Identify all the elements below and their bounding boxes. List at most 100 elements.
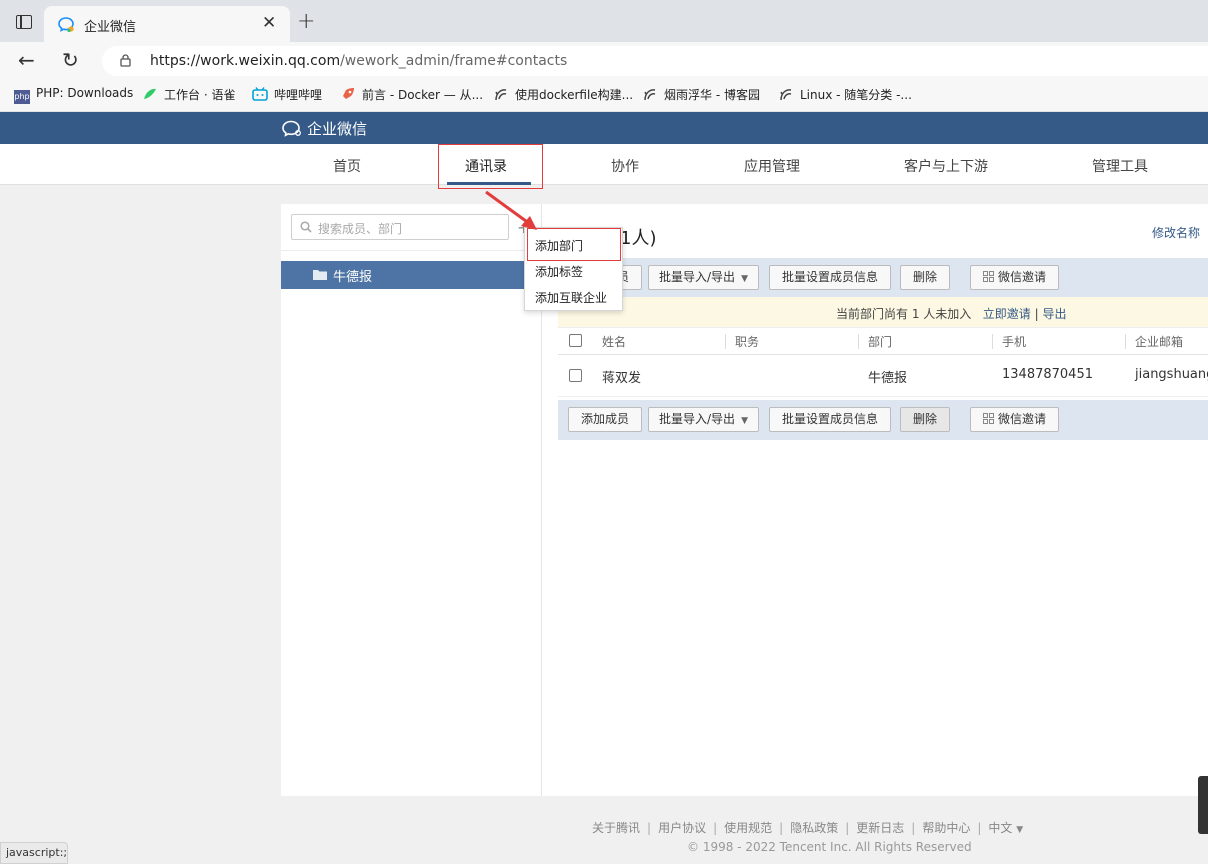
bookmark-label: 使用dockerfile构建... bbox=[515, 88, 634, 102]
footer-separator: | bbox=[845, 821, 850, 835]
row-checkbox[interactable] bbox=[569, 369, 582, 382]
logo-text: 企业微信 bbox=[307, 120, 368, 138]
url-path: /wework_admin/frame#contacts bbox=[340, 53, 568, 69]
bookmark-docker[interactable]: 前言 - Docker — 从... bbox=[340, 86, 483, 103]
reload-icon[interactable]: ↻ bbox=[62, 48, 79, 72]
member-department: 牛德报 bbox=[868, 371, 908, 386]
menu-item-add-linked-corp[interactable]: 添加互联企业 bbox=[535, 289, 607, 306]
rename-link[interactable]: 修改名称 bbox=[1152, 224, 1200, 241]
bookmark-php[interactable]: php PHP: Downloads bbox=[14, 86, 133, 104]
select-all-checkbox[interactable] bbox=[569, 334, 582, 347]
qrcode-icon bbox=[982, 271, 994, 282]
notice-separator: | bbox=[1034, 307, 1039, 321]
browser-tab[interactable]: 企业微信 ✕ bbox=[44, 6, 290, 42]
footer-rules[interactable]: 使用规范 bbox=[724, 821, 772, 835]
footer-help[interactable]: 帮助中心 bbox=[922, 821, 970, 835]
rocket-icon bbox=[343, 88, 354, 99]
caret-down-icon: ▼ bbox=[741, 416, 748, 426]
footer-changelog[interactable]: 更新日志 bbox=[856, 821, 904, 835]
nav-management-tools[interactable]: 管理工具 bbox=[1092, 156, 1148, 176]
footer-separator: | bbox=[977, 821, 982, 835]
bookmark-label: PHP: Downloads bbox=[36, 86, 134, 100]
annotation-arrow-icon bbox=[485, 190, 537, 230]
footer-about[interactable]: 关于腾讯 bbox=[592, 821, 640, 835]
bookmark-label: 工作台 · 语雀 bbox=[164, 88, 236, 102]
nav-collaboration[interactable]: 协作 bbox=[611, 156, 639, 176]
column-name: 姓名 bbox=[602, 335, 627, 349]
tab-close-icon[interactable]: ✕ bbox=[262, 13, 276, 33]
cnblogs-icon bbox=[780, 89, 792, 101]
column-divider bbox=[858, 334, 859, 349]
search-placeholder: 搜索成员、部门 bbox=[318, 222, 403, 236]
side-widget[interactable] bbox=[1198, 776, 1208, 834]
member-email: jiangshuang bbox=[1135, 367, 1208, 382]
caret-down-icon: ▼ bbox=[1016, 825, 1024, 835]
yuque-icon bbox=[144, 88, 156, 99]
php-icon: php bbox=[14, 90, 30, 104]
delete-button[interactable]: 删除 bbox=[900, 407, 950, 432]
column-email: 企业邮箱 bbox=[1135, 335, 1184, 349]
column-department: 部门 bbox=[868, 335, 893, 349]
footer-terms[interactable]: 用户协议 bbox=[658, 821, 706, 835]
bookmark-yuque[interactable]: 工作台 · 语雀 bbox=[142, 86, 235, 103]
notice-text: 当前部门尚有 1 人未加入 立即邀请 | 导出 bbox=[836, 305, 1066, 322]
department-sidebar: 搜索成员、部门 + 牛德报 bbox=[281, 204, 542, 796]
wechat-invite-label: 微信邀请 bbox=[997, 412, 1046, 426]
footer-separator: | bbox=[911, 821, 916, 835]
bookmark-linux[interactable]: Linux - 随笔分类 -... bbox=[778, 86, 912, 103]
logo[interactable]: 企业微信 bbox=[282, 118, 367, 139]
invite-now-link[interactable]: 立即邀请 bbox=[983, 307, 1031, 321]
column-divider bbox=[725, 334, 726, 349]
nav-customers[interactable]: 客户与上下游 bbox=[904, 156, 988, 176]
footer-separator: | bbox=[779, 821, 784, 835]
status-bar: javascript:; bbox=[0, 842, 68, 864]
cnblogs-icon bbox=[644, 89, 656, 101]
copyright: © 1998 - 2022 Tencent Inc. All Rights Re… bbox=[687, 840, 972, 854]
bookmark-dockerfile[interactable]: 使用dockerfile构建... bbox=[493, 86, 633, 103]
import-export-label: 批量导入/导出 bbox=[659, 412, 736, 426]
url-field[interactable]: https://work.weixin.qq.com/wework_admin/… bbox=[102, 46, 1208, 76]
batch-settings-button[interactable]: 批量设置成员信息 bbox=[769, 265, 891, 290]
wework-favicon-icon bbox=[58, 17, 74, 33]
export-link[interactable]: 导出 bbox=[1042, 307, 1066, 321]
qrcode-icon bbox=[982, 413, 994, 424]
nav-app-management[interactable]: 应用管理 bbox=[744, 156, 800, 176]
add-member-button[interactable]: 添加成员 bbox=[568, 407, 642, 432]
batch-settings-button[interactable]: 批量设置成员信息 bbox=[769, 407, 891, 432]
wechat-invite-button[interactable]: 微信邀请 bbox=[970, 407, 1059, 432]
footer-language[interactable]: 中文 ▼ bbox=[988, 821, 1023, 835]
bookmark-label: Linux - 随笔分类 -... bbox=[800, 88, 912, 102]
import-export-button[interactable]: 批量导入/导出 ▼ bbox=[648, 265, 759, 290]
notice-message: 当前部门尚有 1 人未加入 bbox=[836, 307, 972, 321]
bookmark-cnblogs[interactable]: 烟雨浮华 - 博客园 bbox=[642, 86, 760, 103]
table-row[interactable]: 蒋双发 牛德报 13487870451 jiangshuang bbox=[558, 355, 1208, 397]
footer-privacy[interactable]: 隐私政策 bbox=[790, 821, 838, 835]
wework-logo-icon bbox=[282, 120, 301, 137]
wechat-invite-button[interactable]: 微信邀请 bbox=[970, 265, 1059, 290]
column-phone: 手机 bbox=[1002, 335, 1027, 349]
column-divider bbox=[992, 334, 993, 349]
footer-separator: | bbox=[713, 821, 718, 835]
delete-button[interactable]: 删除 bbox=[900, 265, 950, 290]
menu-item-add-tag[interactable]: 添加标签 bbox=[535, 263, 583, 280]
footer-language-label: 中文 bbox=[988, 821, 1013, 835]
tab-actions-icon[interactable] bbox=[16, 15, 32, 29]
tab-title: 企业微信 bbox=[84, 20, 137, 35]
member-name[interactable]: 蒋双发 bbox=[602, 367, 641, 386]
footer-links: 关于腾讯 | 用户协议 | 使用规范 | 隐私政策 | 更新日志 | 帮助中心 | 中文 ▼ bbox=[592, 819, 1023, 836]
url-text: https://work.weixin.qq.com/wework_admin/… bbox=[150, 53, 567, 69]
department-item[interactable]: 牛德报 bbox=[281, 261, 542, 289]
back-icon[interactable]: ← bbox=[18, 48, 35, 72]
column-divider bbox=[1125, 334, 1126, 349]
annotation-box-contacts bbox=[438, 144, 543, 189]
member-phone: 13487870451 bbox=[1002, 367, 1093, 382]
caret-down-icon: ▼ bbox=[741, 274, 748, 284]
cnblogs-icon bbox=[495, 89, 507, 101]
search-input[interactable]: 搜索成员、部门 bbox=[291, 214, 509, 240]
member-toolbar-bottom: 添加成员 批量导入/导出 ▼ 批量设置成员信息 删除 微信邀请 bbox=[558, 400, 1208, 440]
nav-home[interactable]: 首页 bbox=[333, 156, 361, 176]
new-tab-icon[interactable]: + bbox=[297, 9, 315, 34]
bookmark-bilibili[interactable]: 哔哩哔哩 bbox=[252, 86, 322, 103]
footer-separator: | bbox=[647, 821, 652, 835]
import-export-button[interactable]: 批量导入/导出 ▼ bbox=[648, 407, 759, 432]
